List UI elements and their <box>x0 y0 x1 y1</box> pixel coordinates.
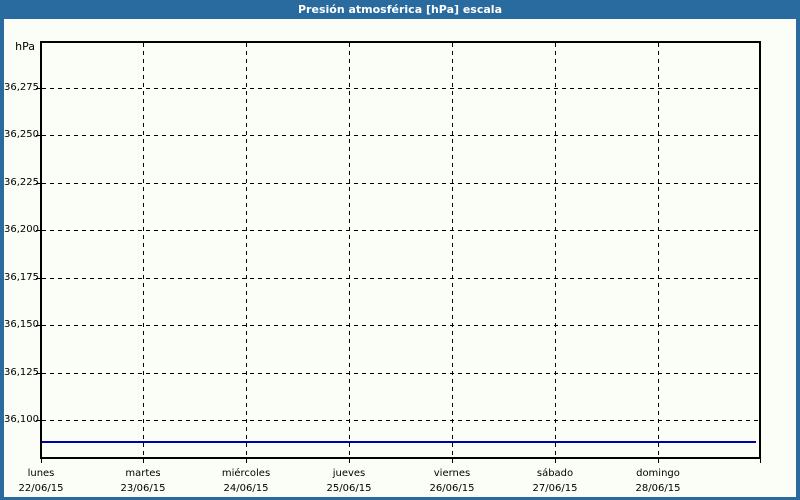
x-axis-tick <box>760 459 761 463</box>
day-name: sábado <box>536 468 574 479</box>
x-axis-tick <box>452 459 453 463</box>
day-name: viernes <box>433 468 471 479</box>
y-axis-tick-label: 936,125 <box>2 367 39 378</box>
app-window: Presión atmosférica [hPa] escala hPa 936… <box>0 0 800 500</box>
day-name: martes <box>125 468 161 479</box>
day-label: domingo 28/06/15 <box>610 466 706 496</box>
v-gridline <box>349 43 350 457</box>
day-label: lunes 22/06/15 <box>0 466 89 496</box>
day-date: 23/06/15 <box>120 483 166 494</box>
y-axis-tick-label: 936,175 <box>2 272 39 283</box>
x-axis-tick <box>349 459 350 463</box>
y-axis-tick-label: 936,225 <box>2 177 39 188</box>
y-axis-tick-label: 936,100 <box>2 414 39 425</box>
h-gridline <box>42 183 759 184</box>
x-axis-tick <box>658 459 659 463</box>
h-gridline <box>42 88 759 89</box>
plot-area <box>40 41 761 459</box>
day-date: 24/06/15 <box>223 483 269 494</box>
h-gridline <box>42 373 759 374</box>
y-axis-tick-label: 936,250 <box>2 129 39 140</box>
day-date: 22/06/15 <box>18 483 64 494</box>
v-gridline <box>452 43 453 457</box>
day-name: jueves <box>332 468 366 479</box>
v-gridline <box>143 43 144 457</box>
day-name: miércoles <box>221 468 271 479</box>
v-gridline <box>555 43 556 457</box>
x-axis-tick <box>143 459 144 463</box>
day-name: lunes <box>27 468 55 479</box>
h-gridline <box>42 135 759 136</box>
day-date: 25/06/15 <box>326 483 372 494</box>
pressure-series-line <box>42 441 756 443</box>
title-bar: Presión atmosférica [hPa] escala <box>0 0 800 19</box>
v-gridline <box>658 43 659 457</box>
day-date: 26/06/15 <box>429 483 475 494</box>
h-gridline <box>42 420 759 421</box>
day-label: viernes 26/06/15 <box>404 466 500 496</box>
x-axis-tick <box>41 459 42 463</box>
y-axis-tick-label: 936,275 <box>2 82 39 93</box>
h-gridline <box>42 278 759 279</box>
h-gridline <box>42 230 759 231</box>
y-axis-tick-label: 936,200 <box>2 224 39 235</box>
day-label: sábado 27/06/15 <box>507 466 603 496</box>
y-axis-tick-label: 936,150 <box>2 319 39 330</box>
y-axis-unit-label: hPa <box>15 40 35 53</box>
v-gridline <box>246 43 247 457</box>
day-label: jueves 25/06/15 <box>301 466 397 496</box>
x-axis-tick <box>555 459 556 463</box>
day-label: miércoles 24/06/15 <box>198 466 294 496</box>
h-gridline <box>42 325 759 326</box>
day-date: 28/06/15 <box>635 483 681 494</box>
x-axis-tick <box>246 459 247 463</box>
day-date: 27/06/15 <box>532 483 578 494</box>
chart-title: Presión atmosférica [hPa] escala <box>298 3 502 16</box>
day-label: martes 23/06/15 <box>95 466 191 496</box>
day-name: domingo <box>636 468 680 479</box>
